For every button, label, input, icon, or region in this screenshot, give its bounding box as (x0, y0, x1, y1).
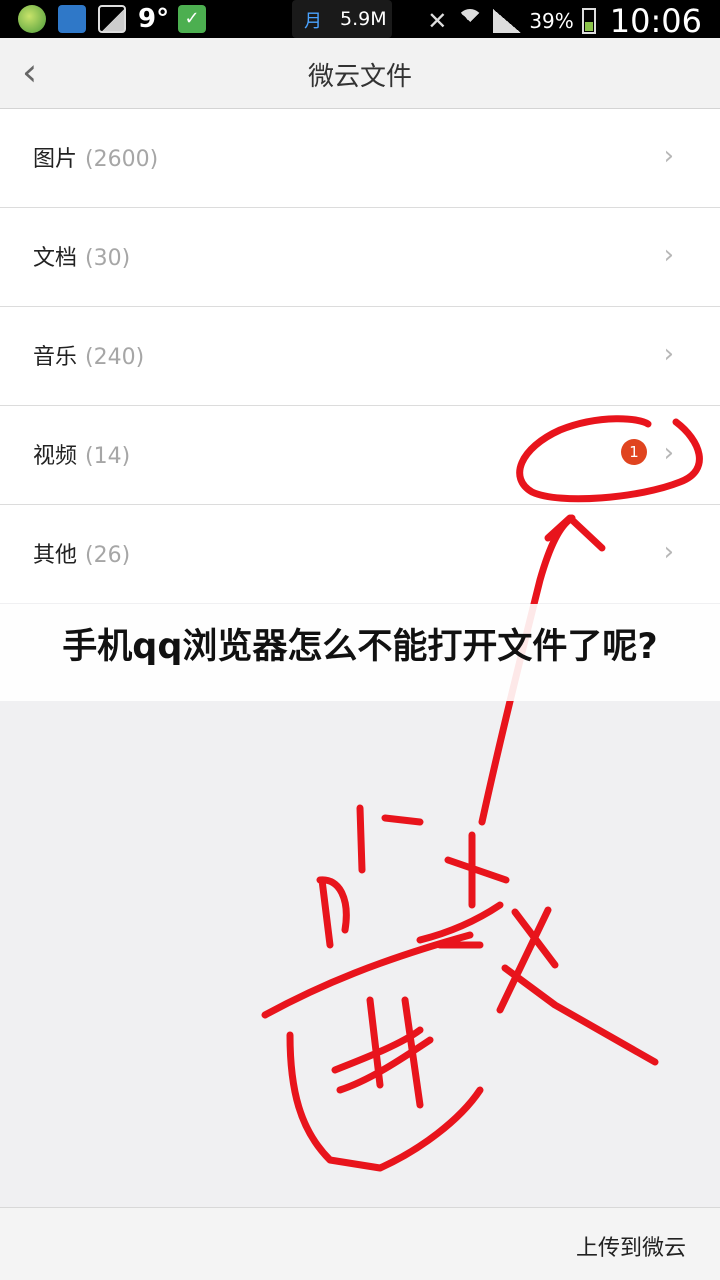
bottom-bar: 上传到微云 (0, 1207, 720, 1280)
annotation-char-small (316, 804, 424, 949)
caption-overlay: 手机qq浏览器怎么不能打开文件了呢? (0, 604, 720, 701)
annotation-char-bian (261, 931, 484, 1172)
caption-text: 手机qq浏览器怎么不能打开文件了呢? (62, 627, 658, 667)
annotation-char-ren (416, 831, 510, 949)
annotation-char-jin (496, 906, 659, 1066)
upload-to-weiyun-button[interactable]: 上传到微云 (576, 1230, 686, 1262)
annotation-circle (516, 415, 703, 503)
